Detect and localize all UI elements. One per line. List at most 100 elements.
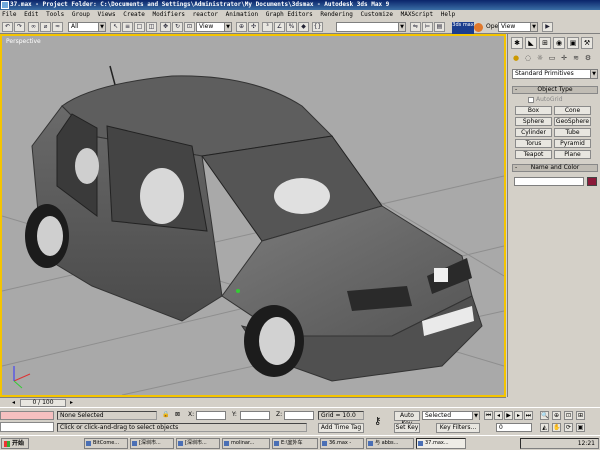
geometry-icon[interactable]: ●	[511, 53, 521, 64]
reference-coordinate-dropdown[interactable]: View ▼	[196, 22, 232, 32]
angle-snap-icon[interactable]: ∠	[274, 22, 285, 32]
taskbar-clock[interactable]: 12:21	[578, 439, 595, 448]
cone-button[interactable]: Cone	[554, 106, 591, 115]
menu-create[interactable]: Create	[123, 11, 145, 18]
autogrid-checkbox[interactable]: AutoGrid	[528, 96, 563, 103]
render-teapot-icon[interactable]	[474, 23, 483, 32]
taskbar-item[interactable]: [深圳市...	[176, 438, 220, 449]
time-prev-icon[interactable]: ◂	[12, 399, 15, 406]
snap-toggle-icon[interactable]: ³	[262, 22, 273, 32]
pan-icon[interactable]: ✋	[552, 423, 561, 432]
bind-space-warp-icon[interactable]: ≈	[52, 22, 63, 32]
menu-animation[interactable]: Animation	[226, 11, 259, 18]
menu-edit[interactable]: Edit	[24, 11, 38, 18]
set-key-button[interactable]: Set Key	[394, 423, 420, 433]
layer-manager-icon[interactable]: ▤	[434, 22, 445, 32]
space-warps-icon[interactable]: ≋	[571, 53, 581, 64]
selection-filter-dropdown[interactable]: All ▼	[68, 22, 106, 32]
lock-selection-icon[interactable]: 🔒	[162, 410, 169, 419]
add-time-tag-button[interactable]: Add Time Tag	[318, 423, 364, 433]
select-rotate-icon[interactable]: ↻	[172, 22, 183, 32]
primitive-category-dropdown[interactable]: Standard Primitives ▼	[512, 69, 598, 79]
menu-help[interactable]: Help	[441, 11, 455, 18]
teapot-button[interactable]: Teapot	[515, 150, 552, 159]
perspective-viewport[interactable]: Perspective	[0, 34, 506, 397]
render-view-dropdown[interactable]: View ▼	[498, 22, 538, 32]
menu-file[interactable]: File	[2, 11, 16, 18]
zoom-all-icon[interactable]: ⊕	[552, 411, 561, 420]
undo-icon[interactable]: ↶	[2, 22, 13, 32]
key-icon[interactable]: ⚷	[374, 416, 381, 427]
quick-render-icon[interactable]: ▶	[542, 22, 553, 32]
z-coordinate-field[interactable]	[284, 411, 314, 420]
sphere-button[interactable]: Sphere	[515, 117, 552, 126]
maxscript-listener-pink[interactable]	[0, 411, 54, 420]
tube-button[interactable]: Tube	[554, 128, 591, 137]
select-move-icon[interactable]: ✥	[160, 22, 171, 32]
utilities-tab-icon[interactable]: ⚒	[581, 37, 593, 49]
window-crossing-icon[interactable]: ◫	[146, 22, 157, 32]
taskbar-item[interactable]: [深圳市...	[130, 438, 174, 449]
next-frame-icon[interactable]: ▸	[514, 411, 523, 420]
menu-reactor[interactable]: reactor	[193, 11, 218, 18]
menu-group[interactable]: Group	[72, 11, 90, 18]
name-and-color-rollout[interactable]: - Name and Color	[512, 164, 598, 172]
menu-customize[interactable]: Customize	[360, 11, 393, 18]
systems-icon[interactable]: ⚙	[583, 53, 593, 64]
pyramid-button[interactable]: Pyramid	[554, 139, 591, 148]
auto-key-button[interactable]: Auto Key	[394, 411, 420, 427]
select-by-name-icon[interactable]: ≡	[122, 22, 133, 32]
torus-button[interactable]: Torus	[515, 139, 552, 148]
pivot-center-icon[interactable]: ⊕	[236, 22, 247, 32]
taskbar-item[interactable]: 与 abbs...	[366, 438, 414, 449]
redo-icon[interactable]: ↷	[14, 22, 25, 32]
taskbar-item[interactable]: 36.max -	[320, 438, 364, 449]
orbit-icon[interactable]: ⟳	[564, 423, 573, 432]
goto-start-icon[interactable]: ⏮	[484, 411, 493, 420]
absolute-mode-icon[interactable]: ⊠	[175, 410, 180, 419]
spinner-snap-icon[interactable]: ◆	[298, 22, 309, 32]
taskbar-item-active[interactable]: 37.max...	[416, 438, 466, 449]
menu-modifiers[interactable]: Modifiers	[153, 11, 186, 18]
select-object-icon[interactable]: ↖	[110, 22, 121, 32]
lights-icon[interactable]: ☼	[535, 53, 545, 64]
object-color-swatch[interactable]	[587, 177, 597, 186]
taskbar-item[interactable]: BitCome...	[84, 438, 128, 449]
menu-tools[interactable]: Tools	[46, 11, 64, 18]
zoom-extents-all-icon[interactable]: ⊞	[576, 411, 585, 420]
modify-tab-icon[interactable]: ◣	[525, 37, 537, 49]
zoom-icon[interactable]: 🔍	[540, 411, 549, 420]
display-tab-icon[interactable]: ▣	[567, 37, 579, 49]
helpers-icon[interactable]: ✛	[559, 53, 569, 64]
taskbar-item[interactable]: E:\室外车	[272, 438, 318, 449]
create-tab-icon[interactable]: ✱	[511, 37, 523, 49]
cylinder-button[interactable]: Cylinder	[515, 128, 552, 137]
fov-icon[interactable]: ◭	[540, 423, 549, 432]
align-icon[interactable]: ⊨	[422, 22, 433, 32]
select-link-icon[interactable]: ∞	[28, 22, 39, 32]
menu-rendering[interactable]: Rendering	[320, 11, 353, 18]
current-frame-field[interactable]: 0	[496, 423, 532, 432]
menu-maxscript[interactable]: MAXScript	[401, 11, 434, 18]
goto-end-icon[interactable]: ⏭	[524, 411, 533, 420]
time-next-icon[interactable]: ▸	[70, 399, 73, 406]
key-mode-dropdown[interactable]: Selected ▼	[422, 411, 480, 420]
play-icon[interactable]: ▶	[504, 411, 513, 420]
plane-button[interactable]: Plane	[554, 150, 591, 159]
select-manipulate-icon[interactable]: ✣	[248, 22, 259, 32]
start-button[interactable]: 开始	[1, 438, 29, 449]
menu-graph-editors[interactable]: Graph Editors	[266, 11, 313, 18]
prev-frame-icon[interactable]: ◂	[494, 411, 503, 420]
object-name-field[interactable]	[514, 177, 584, 186]
shapes-icon[interactable]: ◌	[523, 53, 533, 64]
maximize-viewport-icon[interactable]: ▣	[576, 423, 585, 432]
hierarchy-tab-icon[interactable]: ⊞	[539, 37, 551, 49]
cameras-icon[interactable]: ▭	[547, 53, 557, 64]
time-slider-thumb[interactable]: 0 / 100	[20, 399, 66, 407]
taskbar-item[interactable]: molinar...	[222, 438, 270, 449]
motion-tab-icon[interactable]: ◉	[553, 37, 565, 49]
unlink-icon[interactable]: ⌀	[40, 22, 51, 32]
edit-named-selection-icon[interactable]: {}	[312, 22, 323, 32]
time-slider[interactable]: 0 / 100 ◂ ▸	[0, 397, 506, 407]
menu-views[interactable]: Views	[98, 11, 116, 18]
